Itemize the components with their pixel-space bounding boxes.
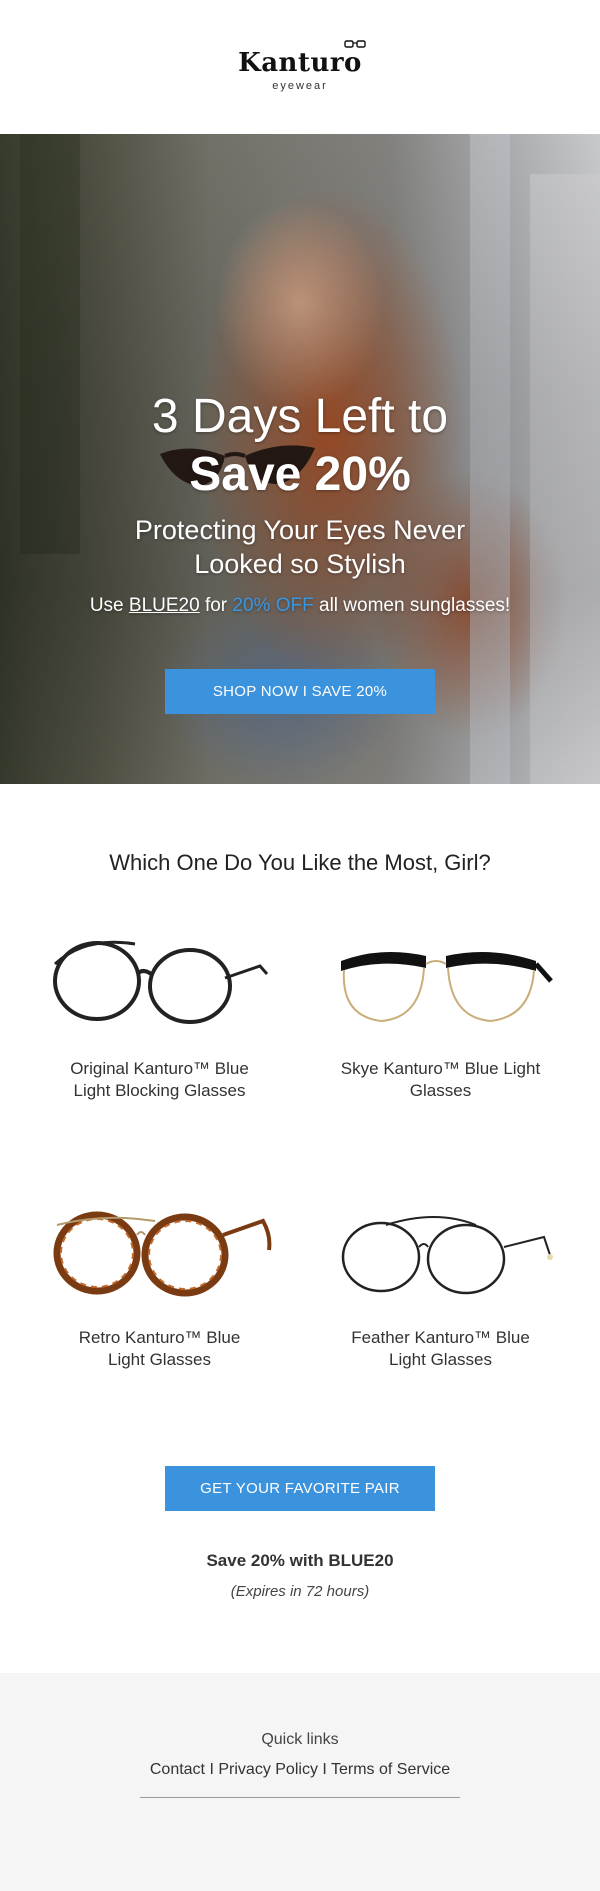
hero-title: 3 Days Left to (151, 390, 449, 443)
browline-glasses-icon (340, 952, 553, 1023)
brand-subtitle: eyewear (272, 80, 328, 92)
shop-now-button[interactable]: SHOP NOW I SAVE 20% (165, 669, 435, 714)
footer: Quick links Contact I Privacy Policy I T… (0, 1673, 600, 1891)
promo-offer: 20% OFF (232, 595, 314, 616)
products-section: Which One Do You Like the Most, Girl? Or… (0, 848, 600, 1600)
product-name[interactable]: Retro Kanturo™ Blue Light Glasses (60, 1327, 260, 1371)
privacy-policy-link[interactable]: Privacy Policy (218, 1761, 318, 1778)
footer-links: Contact I Privacy Policy I Terms of Serv… (0, 1761, 600, 1779)
hero-banner: 3 Days Left to Save 20% Protecting Your … (0, 134, 600, 784)
product-card[interactable]: Skye Kanturo™ Blue Light Glasses (300, 926, 581, 1195)
hero-subtitle: Protecting Your Eyes Never Looked so Sty… (134, 515, 466, 579)
footer-divider (140, 1797, 460, 1798)
wire-glasses-icon (341, 1216, 553, 1295)
product-card[interactable]: Retro Kanturo™ Blue Light Glasses (19, 1195, 300, 1464)
section-title: Which One Do You Like the Most, Girl? (109, 850, 491, 875)
header: Kanturo eyewear (0, 0, 600, 134)
link-separator: I (209, 1761, 214, 1778)
brand-name: Kanturo (238, 48, 362, 78)
hero-text: 3 Days Left to Save 20% Protecting Your … (0, 389, 600, 617)
brand-logo[interactable]: Kanturo eyewear (238, 40, 366, 92)
product-name[interactable]: Skye Kanturo™ Blue Light Glasses (341, 1058, 541, 1102)
product-grid: Original Kanturo™ Blue Light Blocking Gl… (19, 926, 581, 1464)
product-name[interactable]: Feather Kanturo™ Blue Light Glasses (341, 1327, 541, 1371)
hero-title-emphasis: Save 20% (189, 448, 411, 501)
round-black-glasses-icon (52, 940, 268, 1024)
email-page: Kanturo eyewear 3 Days Left to Save 20% (0, 0, 600, 1891)
cta-block: GET YOUR FAVORITE PAIR Save 20% with BLU… (0, 1466, 600, 1600)
terms-of-service-link[interactable]: Terms of Service (331, 1761, 450, 1778)
tortoise-glasses-icon (53, 1211, 271, 1297)
glasses-logo-icon (344, 40, 366, 48)
link-separator: I (322, 1761, 327, 1778)
save-code-text: Save 20% with BLUE20 (206, 1551, 394, 1570)
product-card[interactable]: Original Kanturo™ Blue Light Blocking Gl… (19, 926, 300, 1195)
footer-title: Quick links (261, 1731, 339, 1748)
promo-code: BLUE20 (128, 595, 200, 616)
promo-text: Use BLUE20 for 20% OFF all women sunglas… (89, 595, 511, 616)
product-name[interactable]: Original Kanturo™ Blue Light Blocking Gl… (60, 1058, 260, 1102)
get-favorite-pair-button[interactable]: GET YOUR FAVORITE PAIR (165, 1466, 435, 1511)
product-card[interactable]: Feather Kanturo™ Blue Light Glasses (300, 1195, 581, 1464)
contact-link[interactable]: Contact (150, 1761, 205, 1778)
expiry-text: (Expires in 72 hours) (230, 1583, 370, 1600)
